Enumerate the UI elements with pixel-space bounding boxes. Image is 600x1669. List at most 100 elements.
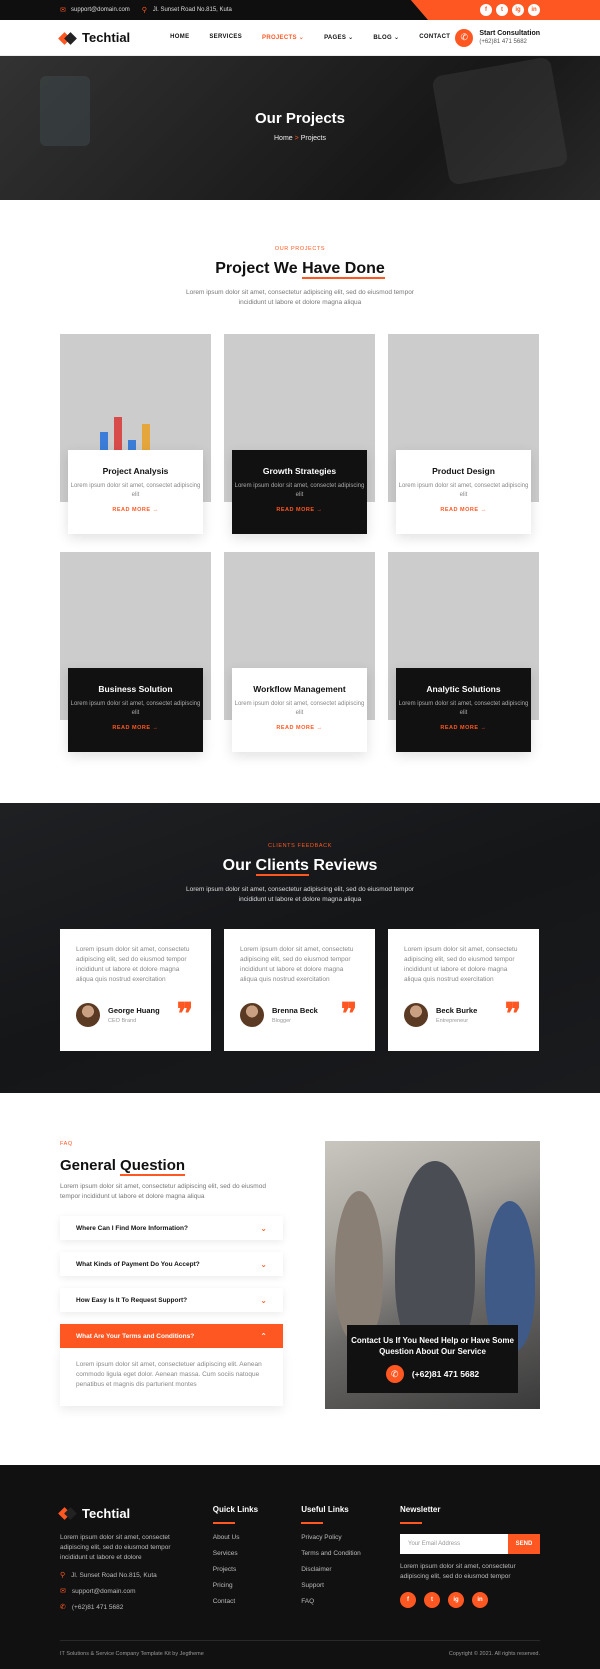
footer-about-text: Lorem ipsum dolor sit amet, consectet ad… <box>60 1534 171 1561</box>
footer-link[interactable]: Privacy Policy <box>301 1534 400 1541</box>
nav-blog[interactable]: BLOG ⌄ <box>373 34 399 41</box>
nav-menu: HOME SERVICES PROJECTS ⌄ PAGES ⌄ BLOG ⌄ … <box>170 34 450 41</box>
project-card[interactable]: Growth Strategies Lorem ipsum dolor sit … <box>224 334 375 539</box>
read-more-link[interactable]: READ MORE → <box>232 725 367 731</box>
section-description: Lorem ipsum dolor sit amet, consectetur … <box>186 289 414 306</box>
mail-icon: ✉ <box>60 1588 66 1595</box>
facebook-icon[interactable]: f <box>400 1592 416 1608</box>
chevron-down-icon: ⌄ <box>260 1259 267 1269</box>
page-title: Our Projects <box>254 110 346 127</box>
breadcrumb-home[interactable]: Home <box>274 135 293 142</box>
read-more-link[interactable]: READ MORE → <box>396 725 531 731</box>
review-grid: Lorem ipsum dolor sit amet, consectetu a… <box>60 929 540 1051</box>
facebook-icon[interactable]: f <box>480 4 492 16</box>
section-title: Project We Have Done <box>215 260 385 279</box>
footer-link[interactable]: Disclaimer <box>301 1566 400 1573</box>
nav-home[interactable]: HOME <box>170 34 189 41</box>
projects-section: OUR PROJECTS Project We Have Done Lorem … <box>0 200 600 803</box>
linkedin-icon[interactable]: in <box>472 1592 488 1608</box>
newsletter-send-button[interactable]: SEND <box>508 1534 540 1554</box>
footer-link[interactable]: Projects <box>213 1566 301 1573</box>
section-title: Our Clients Reviews <box>222 857 378 876</box>
footer-link[interactable]: Services <box>213 1550 301 1557</box>
brand-logo[interactable]: Techtial <box>60 30 130 46</box>
section-title: General Question <box>60 1157 186 1176</box>
contact-help-text: Contact Us If You Need Help or Have Some… <box>351 1336 514 1356</box>
faq-question[interactable]: How Easy Is It To Request Support? ⌄ <box>60 1288 283 1312</box>
contact-help-box: Contact Us If You Need Help or Have Some… <box>347 1325 518 1393</box>
nav-services[interactable]: SERVICES <box>209 34 242 41</box>
twitter-icon[interactable]: t <box>424 1592 440 1608</box>
project-info: Business Solution Lorem ipsum dolor sit … <box>68 668 203 752</box>
twitter-icon[interactable]: t <box>496 4 508 16</box>
project-card[interactable]: Analytic Solutions Lorem ipsum dolor sit… <box>388 552 539 757</box>
faq-list: FAQ General Question Lorem ipsum dolor s… <box>60 1141 283 1409</box>
consult-phone: (+62)81 471 5682 <box>479 39 527 45</box>
reviewer-role: Entrepreneur <box>436 1018 469 1024</box>
avatar <box>240 1003 264 1027</box>
project-card[interactable]: Business Solution Lorem ipsum dolor sit … <box>60 552 211 757</box>
footer-social: f t ig in <box>400 1592 540 1608</box>
review-card: Lorem ipsum dolor sit amet, consectetu a… <box>60 929 211 1051</box>
chevron-up-icon: ⌃ <box>260 1331 267 1341</box>
review-text: Lorem ipsum dolor sit amet, consectetu a… <box>76 946 190 983</box>
nav-projects[interactable]: PROJECTS ⌄ <box>262 34 304 41</box>
reviews-section: CLIENTS FEEDBACK Our Clients Reviews Lor… <box>0 803 600 1093</box>
quote-icon: ❞ <box>176 997 193 1032</box>
instagram-icon[interactable]: ig <box>512 4 524 16</box>
project-card[interactable]: Workflow Management Lorem ipsum dolor si… <box>224 552 375 757</box>
project-info: Analytic Solutions Lorem ipsum dolor sit… <box>396 668 531 752</box>
reviewer-name: George Huang <box>108 1006 160 1015</box>
reviewer-name: Brenna Beck <box>272 1006 318 1015</box>
footer-link[interactable]: About Us <box>213 1534 301 1541</box>
footer-link[interactable]: Terms and Condition <box>301 1550 400 1557</box>
review-card: Lorem ipsum dolor sit amet, consectetu a… <box>388 929 539 1051</box>
footer-link[interactable]: Support <box>301 1582 400 1589</box>
newsletter-email-input[interactable]: Your Email Address <box>400 1534 508 1554</box>
phone-icon: ✆ <box>60 1604 66 1611</box>
read-more-link[interactable]: READ MORE → <box>232 507 367 513</box>
mail-icon: ✉ <box>60 6 66 14</box>
footer-link[interactable]: Pricing <box>213 1582 301 1589</box>
site-footer: Techtial Lorem ipsum dolor sit amet, con… <box>0 1465 600 1669</box>
footer-logo[interactable]: Techtial <box>60 1505 192 1521</box>
nav-contact[interactable]: CONTACT <box>419 34 450 41</box>
breadcrumb-separator: > <box>294 135 299 142</box>
footer-copyright: Copyright © 2021. All rights reserved. <box>448 1651 540 1657</box>
footer-email[interactable]: ✉ support@domain.com <box>60 1587 192 1596</box>
topbar-address: ⚲ Jl. Sunset Road No.815, Kuta <box>141 6 232 14</box>
project-info: Project Analysis Lorem ipsum dolor sit a… <box>68 450 203 534</box>
nav-pages[interactable]: PAGES ⌄ <box>324 34 353 41</box>
top-bar: ✉ support@domain.com ⚲ Jl. Sunset Road N… <box>0 0 600 20</box>
read-more-link[interactable]: READ MORE → <box>68 507 203 513</box>
project-grid: Project Analysis Lorem ipsum dolor sit a… <box>60 334 540 757</box>
faq-question[interactable]: Where Can I Find More Information? ⌄ <box>60 1216 283 1240</box>
breadcrumb-current: Projects <box>300 135 326 142</box>
contact-image: Contact Us If You Need Help or Have Some… <box>325 1141 540 1409</box>
project-card[interactable]: Product Design Lorem ipsum dolor sit ame… <box>388 334 539 539</box>
logo-mark-icon <box>60 1505 76 1521</box>
footer-link[interactable]: Contact <box>213 1598 301 1605</box>
newsletter-text: Lorem ipsum dolor sit amet, consectetur … <box>400 1563 516 1580</box>
footer-phone[interactable]: ✆ (+62)81 471 5682 <box>60 1603 192 1612</box>
footer-link[interactable]: FAQ <box>301 1598 400 1605</box>
phone-icon: ✆ <box>385 1365 404 1383</box>
faq-question-open[interactable]: What Are Your Terms and Conditions? ⌃ <box>60 1324 283 1348</box>
linkedin-icon[interactable]: in <box>528 4 540 16</box>
read-more-link[interactable]: READ MORE → <box>396 507 531 513</box>
faq-question[interactable]: What Kinds of Payment Do You Accept? ⌄ <box>60 1252 283 1276</box>
contact-help-phone[interactable]: ✆ (+62)81 471 5682 <box>347 1365 518 1383</box>
quote-icon: ❞ <box>504 997 521 1032</box>
instagram-icon[interactable]: ig <box>448 1592 464 1608</box>
review-text: Lorem ipsum dolor sit amet, consectetu a… <box>404 946 518 983</box>
faq-section: FAQ General Question Lorem ipsum dolor s… <box>0 1093 600 1465</box>
chevron-down-icon: ⌄ <box>298 35 305 41</box>
footer-quick-links: Quick Links About Us Services Projects P… <box>212 1505 301 1614</box>
topbar-email[interactable]: ✉ support@domain.com <box>60 7 130 14</box>
project-card[interactable]: Project Analysis Lorem ipsum dolor sit a… <box>60 334 211 539</box>
start-consultation[interactable]: ✆ Start Consultation (+62)81 471 5682 <box>455 28 540 47</box>
main-nav: Techtial HOME SERVICES PROJECTS ⌄ PAGES … <box>0 20 600 56</box>
section-description: Lorem ipsum dolor sit amet, consectetur … <box>186 886 414 903</box>
footer-useful-links: Useful Links Privacy Policy Terms and Co… <box>301 1505 400 1614</box>
read-more-link[interactable]: READ MORE → <box>68 725 203 731</box>
